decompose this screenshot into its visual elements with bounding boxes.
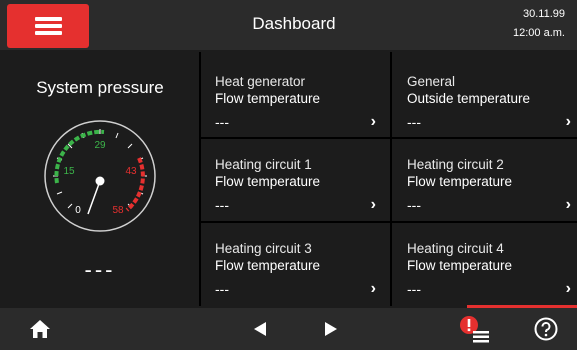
home-icon[interactable] <box>29 319 51 339</box>
tile-heating-circuit-3[interactable]: Heating circuit 3 Flow temperature --- › <box>201 223 390 303</box>
tile-value: --- <box>215 197 229 213</box>
alarm-list-icon[interactable] <box>458 314 490 344</box>
tile-title: Heating circuit 3 <box>215 241 312 256</box>
chevron-right-icon: › <box>565 196 571 213</box>
tile-subtitle: Flow temperature <box>407 258 513 273</box>
chevron-right-icon: › <box>370 113 376 130</box>
tile-value: --- <box>407 197 421 213</box>
tile-general[interactable]: General Outside temperature --- › <box>393 56 577 136</box>
tile-heating-circuit-1[interactable]: Heating circuit 1 Flow temperature --- › <box>201 139 390 219</box>
tile-subtitle: Flow temperature <box>215 258 321 273</box>
system-pressure-title: System pressure <box>36 78 164 97</box>
tile-value: --- <box>215 281 229 297</box>
tile-title: Heating circuit 4 <box>407 241 504 256</box>
gauge-hub <box>95 176 105 186</box>
chevron-right-icon: › <box>565 113 571 130</box>
gauge-label: 43 <box>125 166 137 177</box>
menu-button[interactable] <box>7 4 89 48</box>
chevron-right-icon: › <box>565 280 571 297</box>
gauge-label: 15 <box>63 166 75 177</box>
tile-subtitle: Flow temperature <box>215 91 321 106</box>
system-pressure-value: --- <box>84 257 116 282</box>
gauge-label: 29 <box>94 140 106 151</box>
tile-subtitle: Flow temperature <box>407 174 513 189</box>
tile-title: Heating circuit 2 <box>407 157 504 172</box>
tile-value: --- <box>407 281 421 297</box>
tile-value: --- <box>407 114 421 130</box>
chevron-right-icon: › <box>370 196 376 213</box>
tile-title: General <box>407 74 456 89</box>
chevron-right-icon: › <box>370 280 376 297</box>
tile-heating-circuit-4[interactable]: Heating circuit 4 Flow temperature --- › <box>393 223 577 303</box>
time-display: 12:00 a.m. <box>513 27 565 39</box>
gauge-label: 58 <box>112 205 124 216</box>
tile-subtitle: Flow temperature <box>215 174 321 189</box>
tile-heating-circuit-2[interactable]: Heating circuit 2 Flow temperature --- › <box>393 139 577 219</box>
tile-title: Heat generator <box>215 74 306 89</box>
bottom-bar <box>0 308 577 350</box>
gauge-needle <box>87 180 101 215</box>
arrow-left-icon[interactable] <box>252 321 268 337</box>
top-bar: Dashboard 30.11.99 12:00 a.m. <box>0 0 577 50</box>
help-icon[interactable] <box>534 317 558 341</box>
page-title: Dashboard <box>252 14 336 33</box>
arrow-right-icon[interactable] <box>323 321 339 337</box>
tile-subtitle: Outside temperature <box>407 91 531 106</box>
pressure-gauge: 29 15 43 0 58 <box>44 120 156 232</box>
date-display: 30.11.99 <box>522 8 565 20</box>
divider <box>390 52 392 306</box>
tile-heat-generator[interactable]: Heat generator Flow temperature --- › <box>201 56 390 136</box>
gauge-label: 0 <box>75 205 81 216</box>
tile-value: --- <box>215 114 229 130</box>
tile-title: Heating circuit 1 <box>215 157 312 172</box>
